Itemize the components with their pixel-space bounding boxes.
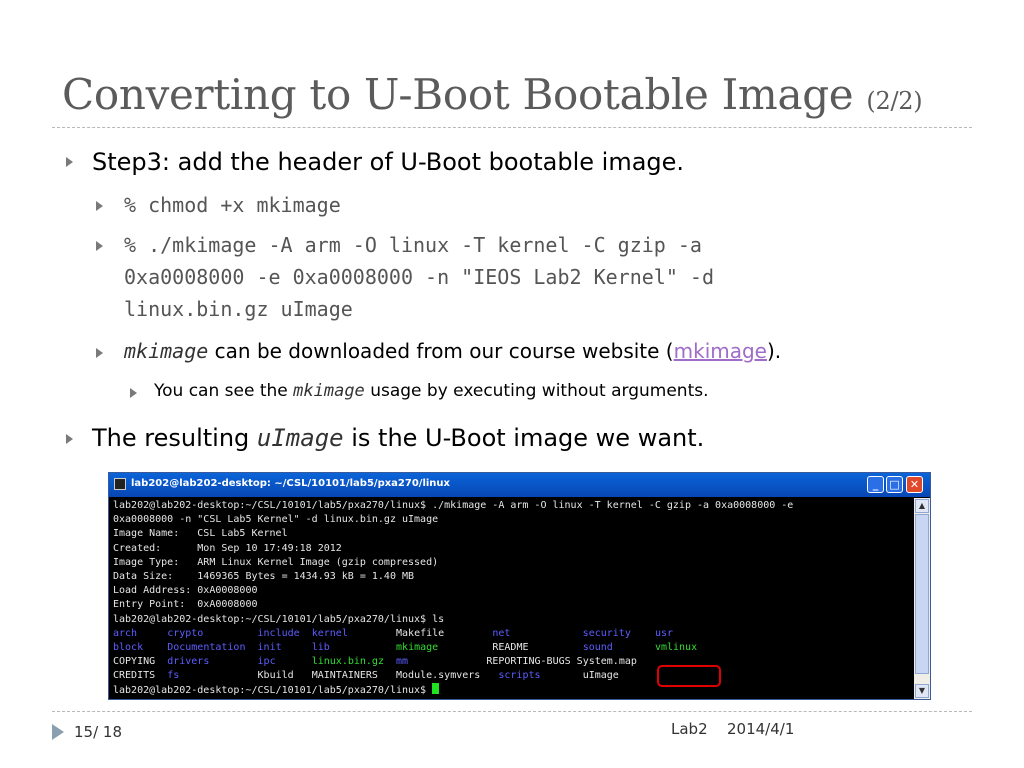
terminal-content[interactable]: lab202@lab202-desktop:~/CSL/10101/lab5/p… [113, 499, 912, 699]
bullet-cmd-mkimage-1: % ./mkimage -A arm -O linux -T kernel -C… [124, 233, 702, 257]
scroll-up-icon[interactable]: ▲ [915, 499, 929, 513]
download-code: mkimage [124, 339, 209, 363]
terminal-titlebar[interactable]: lab202@lab202-desktop: ~/CSL/10101/lab5/… [109, 473, 930, 497]
ls-entry: lib [311, 641, 330, 653]
ls-entry: mkimage [396, 641, 439, 653]
bullet-result: The resulting uImage is the U-Boot image… [92, 424, 704, 452]
ls-entry: block [113, 641, 144, 653]
ls-entry: COPYING [113, 656, 156, 668]
bullet-download: mkimage can be downloaded from our cours… [124, 339, 781, 363]
terminal-line: Entry Point: 0xA0008000 [113, 599, 258, 611]
download-end: ). [766, 339, 782, 363]
bullet-cmd-chmod: % chmod +x mkimage [124, 193, 341, 217]
title-divider [52, 127, 972, 128]
terminal-cursor [432, 683, 440, 695]
slide-title-part: (2/2) [866, 87, 923, 115]
ls-entry: MAINTAINERS [311, 670, 378, 682]
ls-entry: mm [396, 656, 409, 668]
terminal-prompt-line[interactable]: lab202@lab202-desktop:~/CSL/10101/lab5/p… [113, 683, 912, 697]
ls-row: CREDITS fs Kbuild MAINTAINERS Module.sym… [113, 669, 912, 683]
usage-code: mkimage [293, 381, 365, 401]
bullet-arrow-icon [130, 388, 137, 398]
terminal-line: Data Size: 1469365 Bytes = 1434.93 kB = … [113, 570, 415, 582]
ls-entry: CREDITS [113, 670, 156, 682]
slide-title: Converting to U-Boot Bootable Image (2/2… [62, 70, 923, 119]
slide-title-main: Converting to U-Boot Bootable Image [62, 70, 854, 119]
terminal-title: lab202@lab202-desktop: ~/CSL/10101/lab5/… [131, 478, 450, 489]
ls-row: arch crypto include kernel Makefile net … [113, 627, 912, 641]
ls-entry: kernel [311, 627, 348, 639]
ls-entry: linux.bin.gz [311, 656, 384, 668]
footer-divider [52, 711, 972, 712]
ls-entry: Makefile [396, 627, 445, 639]
terminal-line: lab202@lab202-desktop:~/CSL/10101/lab5/p… [113, 613, 445, 625]
footer-date: 2014/4/1 [727, 720, 795, 738]
bullet-arrow-icon [96, 241, 103, 251]
usage-pre: You can see the [154, 381, 294, 401]
bullet-arrow-icon [66, 157, 73, 167]
terminal-scrollbar[interactable]: ▲ ▼ [914, 498, 930, 699]
bullet-usage: You can see the mkimage usage by executi… [154, 381, 709, 401]
ls-entry: Kbuild [257, 670, 294, 682]
ls-entry: security [582, 627, 631, 639]
result-pre: The resulting [92, 424, 257, 452]
ls-entry: arch [113, 627, 138, 639]
bullet-arrow-icon [96, 201, 103, 211]
bullet-step3: Step3: add the header of U-Boot bootable… [92, 148, 685, 176]
terminal-line: Load Address: 0xA0008000 [113, 585, 258, 597]
ls-entry: sound [582, 641, 613, 653]
ls-entry: include [257, 627, 300, 639]
ls-entry: Documentation [167, 641, 246, 653]
ls-entry: scripts [498, 670, 541, 682]
ls-entry: drivers [167, 656, 210, 668]
footer-label: Lab2 [671, 720, 708, 738]
close-button[interactable]: ✕ [906, 476, 923, 493]
ls-entry: System.map [576, 656, 637, 668]
ls-entry: Module.symvers [396, 670, 481, 682]
result-post: is the U-Boot image we want. [343, 424, 705, 452]
ls-entry: README [492, 641, 529, 653]
terminal-line: Image Type: ARM Linux Kernel Image (gzip… [113, 556, 439, 568]
uimage-highlight-box [657, 665, 721, 687]
terminal-window[interactable]: lab202@lab202-desktop: ~/CSL/10101/lab5/… [108, 472, 931, 700]
terminal-line: Image Name: CSL Lab5 Kernel [113, 528, 288, 540]
scroll-down-icon[interactable]: ▼ [915, 684, 929, 698]
terminal-line: lab202@lab202-desktop:~/CSL/10101/lab5/p… [113, 500, 794, 511]
result-code: uImage [256, 424, 344, 452]
ls-entry: net [492, 627, 511, 639]
download-text: can be downloaded from our course websit… [214, 339, 674, 363]
terminal-prompt: lab202@lab202-desktop:~/CSL/10101/lab5/p… [113, 685, 433, 697]
ls-entry: init [257, 641, 282, 653]
scroll-thumb[interactable] [915, 514, 929, 674]
ls-entry-uimage: uImage [582, 670, 619, 682]
bullet-cmd-mkimage-3: linux.bin.gz uImage [124, 297, 353, 321]
ls-entry: ipc [257, 656, 276, 668]
page-number: 15/ 18 [74, 723, 122, 741]
ls-entry: REPORTING-BUGS [486, 656, 571, 668]
bullet-cmd-mkimage-2: 0xa0008000 -e 0xa0008000 -n "IEOS Lab2 K… [124, 265, 715, 289]
maximize-button[interactable]: □ [886, 476, 903, 493]
minimize-button[interactable]: _ [867, 476, 884, 493]
ls-entry: usr [654, 627, 673, 639]
terminal-line: 0xa0008000 -n "CSL Lab5 Kernel" -d linux… [113, 514, 439, 526]
terminal-app-icon [114, 478, 126, 490]
bullet-arrow-icon [96, 348, 103, 358]
ls-entry: crypto [167, 627, 204, 639]
ls-entry: fs [167, 670, 180, 682]
terminal-line: Created: Mon Sep 10 17:49:18 2012 [113, 542, 342, 554]
bullet-arrow-icon [66, 434, 73, 444]
mkimage-link[interactable]: mkimage [674, 339, 767, 363]
ls-row: COPYING drivers ipc linux.bin.gz mm REPO… [113, 655, 912, 669]
ls-entry: vmlinux [654, 641, 698, 653]
usage-post: usage by executing without arguments. [364, 381, 709, 401]
footer-arrow-icon [52, 724, 64, 740]
ls-row: block Documentation init lib mkimage REA… [113, 641, 912, 655]
